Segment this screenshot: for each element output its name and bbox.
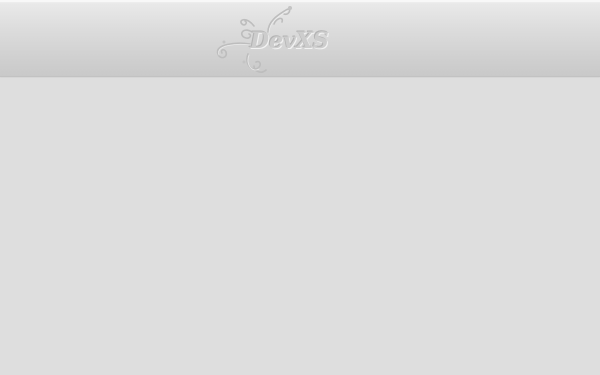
main-content-area: [0, 78, 600, 375]
site-logo[interactable]: DevXS: [210, 2, 350, 76]
page: DevXS: [0, 0, 600, 375]
header-bar: DevXS: [0, 0, 600, 76]
logo-text: DevXS: [250, 28, 329, 54]
